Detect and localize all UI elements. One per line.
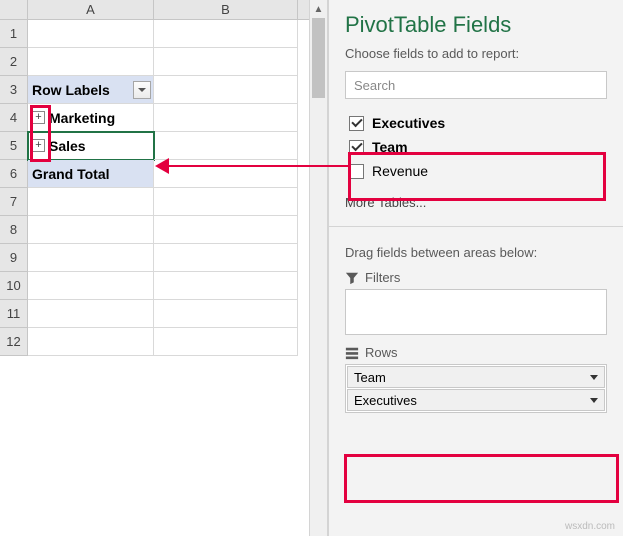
scroll-up-button[interactable]: ▲ [310, 0, 327, 18]
field-item-revenue[interactable]: Revenue [345, 159, 607, 183]
row-labels-filter-button[interactable] [133, 81, 151, 99]
select-all-corner[interactable] [0, 0, 28, 19]
cell-A12[interactable] [28, 328, 154, 356]
row-field-team[interactable]: Team [347, 366, 605, 388]
panel-subtitle: Choose fields to add to report: [329, 46, 623, 71]
row-header-4[interactable]: 4 [0, 104, 28, 132]
row-header-5[interactable]: 5 [0, 132, 28, 160]
checkbox-icon[interactable] [349, 164, 364, 179]
field-label: Team [372, 139, 408, 155]
pivot-row-label: Sales [49, 138, 86, 154]
row-header-8[interactable]: 8 [0, 216, 28, 244]
cell-B11[interactable] [154, 300, 298, 328]
field-item-executives[interactable]: Executives [345, 111, 607, 135]
cell-A11[interactable] [28, 300, 154, 328]
chevron-down-icon[interactable] [590, 398, 598, 403]
field-label: Executives [372, 115, 445, 131]
search-input[interactable]: Search [345, 71, 607, 99]
divider [329, 226, 623, 227]
pivot-grand-total[interactable]: Grand Total [28, 160, 154, 188]
cell-B9[interactable] [154, 244, 298, 272]
cell-B5[interactable] [154, 132, 298, 160]
cell-A8[interactable] [28, 216, 154, 244]
areas-label: Drag fields between areas below: [329, 231, 623, 270]
pivot-row-labels-header[interactable]: Row Labels [28, 76, 154, 104]
row-header-2[interactable]: 2 [0, 48, 28, 76]
scroll-thumb[interactable] [312, 18, 325, 98]
column-header-B[interactable]: B [154, 0, 298, 19]
search-placeholder: Search [354, 78, 395, 93]
cell-B1[interactable] [154, 20, 298, 48]
vertical-scrollbar[interactable]: ▲ [309, 0, 327, 536]
pivot-row-marketing[interactable]: + Marketing [28, 104, 154, 132]
chevron-down-icon[interactable] [590, 375, 598, 380]
column-header-A[interactable]: A [28, 0, 154, 19]
cell-A9[interactable] [28, 244, 154, 272]
cell-B8[interactable] [154, 216, 298, 244]
row-header-12[interactable]: 12 [0, 328, 28, 356]
row-header-3[interactable]: 3 [0, 76, 28, 104]
cell-B12[interactable] [154, 328, 298, 356]
row-header-7[interactable]: 7 [0, 188, 28, 216]
more-tables-link[interactable]: More Tables... [329, 189, 623, 222]
cell-A1[interactable] [28, 20, 154, 48]
row-field-executives[interactable]: Executives [347, 389, 605, 411]
rows-area-header: Rows [345, 345, 607, 360]
cell-B7[interactable] [154, 188, 298, 216]
cell-B10[interactable] [154, 272, 298, 300]
cell-A2[interactable] [28, 48, 154, 76]
watermark: wsxdn.com [565, 521, 615, 532]
row-header-9[interactable]: 9 [0, 244, 28, 272]
filter-icon [345, 271, 359, 285]
field-label: Revenue [372, 163, 428, 179]
rows-label: Rows [365, 345, 398, 360]
cell-B2[interactable] [154, 48, 298, 76]
cell-A10[interactable] [28, 272, 154, 300]
pivot-row-label: Marketing [49, 110, 115, 126]
filters-drop-zone[interactable] [345, 289, 607, 335]
pivot-row-sales[interactable]: + Sales [28, 132, 154, 160]
row-header-10[interactable]: 10 [0, 272, 28, 300]
checkbox-icon[interactable] [349, 116, 364, 131]
annotation-arrow [155, 162, 350, 170]
pivottable-fields-panel: PivotTable Fields Choose fields to add t… [328, 0, 623, 536]
rows-icon [345, 346, 359, 360]
spreadsheet-area: A B 1 2 3 Row Labels [0, 0, 328, 536]
row-header-1[interactable]: 1 [0, 20, 28, 48]
cell-B3[interactable] [154, 76, 298, 104]
cell-B4[interactable] [154, 104, 298, 132]
row-field-label: Team [354, 370, 386, 385]
row-labels-text: Row Labels [32, 82, 110, 98]
filters-label: Filters [365, 270, 400, 285]
row-header-11[interactable]: 11 [0, 300, 28, 328]
row-header-6[interactable]: 6 [0, 160, 28, 188]
row-field-label: Executives [354, 393, 417, 408]
field-item-team[interactable]: Team [345, 135, 607, 159]
checkbox-icon[interactable] [349, 140, 364, 155]
filters-area-header: Filters [345, 270, 607, 285]
expand-icon[interactable]: + [32, 111, 45, 124]
expand-icon[interactable]: + [32, 139, 45, 152]
rows-drop-zone[interactable]: Team Executives [345, 364, 607, 413]
panel-title: PivotTable Fields [329, 12, 623, 46]
cell-A7[interactable] [28, 188, 154, 216]
